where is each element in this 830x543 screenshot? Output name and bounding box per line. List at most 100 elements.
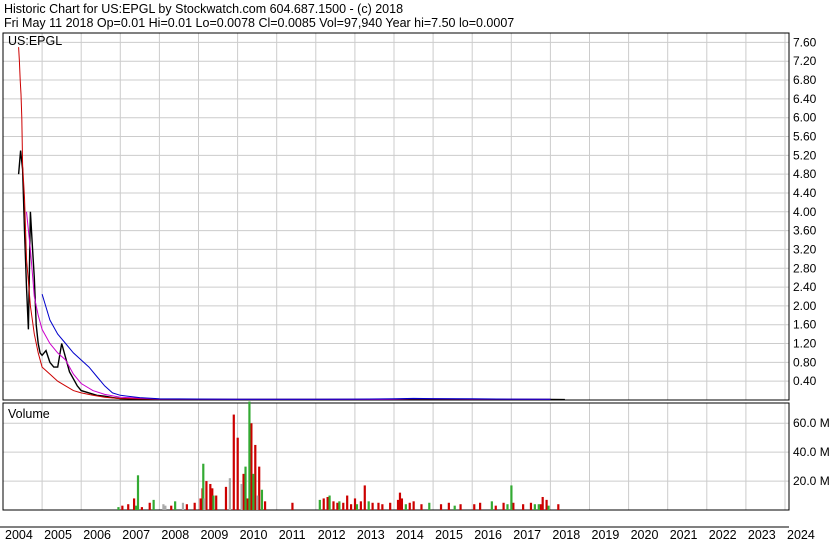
x-tick-label: 2020 — [631, 528, 659, 542]
price-tick-label: 7.20 — [793, 54, 817, 68]
volume-bar — [336, 502, 339, 510]
price-tick-label: 5.60 — [793, 130, 817, 144]
volume-bar — [291, 502, 294, 510]
volume-bar — [428, 502, 431, 510]
x-tick-label: 2006 — [83, 528, 111, 542]
volume-bar — [363, 485, 366, 510]
x-tick-label: 2010 — [240, 528, 268, 542]
x-tick-label: 2004 — [5, 528, 33, 542]
volume-bar — [412, 501, 415, 510]
volume-bar — [537, 504, 540, 510]
volume-bar — [541, 496, 544, 510]
volume-bar — [381, 504, 384, 510]
price-tick-label: 3.60 — [793, 224, 817, 238]
volume-bar — [263, 501, 267, 510]
volume-bar — [117, 507, 120, 510]
volume-bar — [322, 498, 325, 510]
price-tick-label: 3.20 — [793, 242, 817, 256]
volume-panel-frame — [2, 402, 790, 511]
volume-panel-title: Volume — [8, 407, 50, 421]
volume-bar — [328, 495, 331, 510]
volume-bar — [349, 504, 353, 510]
x-tick-label: 2021 — [670, 528, 698, 542]
volume-bar — [212, 495, 215, 510]
volume-bar — [338, 501, 341, 510]
volume-bar — [355, 504, 359, 510]
volume-bar — [209, 483, 212, 510]
volume-bar — [134, 505, 138, 510]
volume-bar — [148, 502, 151, 510]
volume-bar — [127, 504, 130, 510]
volume-bar — [447, 502, 450, 510]
volume-bar — [205, 481, 208, 510]
volume-bar — [529, 502, 533, 510]
volume-bar — [140, 507, 144, 510]
x-tick-label: 2007 — [122, 528, 150, 542]
volume-bar — [136, 475, 140, 510]
x-tick-label: 2016 — [474, 528, 502, 542]
x-tick-label: 2019 — [592, 528, 620, 542]
volume-bar — [398, 492, 402, 510]
volume-bar — [539, 504, 542, 510]
price-tick-label: 1.60 — [793, 318, 817, 332]
price-panel-title: US:EPGL — [8, 34, 62, 48]
volume-tick-label: 40.0 M — [793, 445, 830, 459]
price-series-line — [18, 47, 160, 400]
volume-bar — [181, 502, 185, 510]
volume-bar — [170, 505, 173, 510]
volume-bar — [326, 496, 329, 510]
volume-bar — [353, 498, 357, 510]
volume-bar — [318, 499, 321, 510]
volume-bar — [252, 473, 255, 510]
volume-bar — [490, 501, 493, 510]
volume-bar — [193, 502, 196, 510]
volume-bar — [232, 414, 235, 510]
price-tick-label: 7.60 — [793, 35, 817, 49]
x-tick-label: 2018 — [552, 528, 580, 542]
volume-bar — [224, 486, 228, 510]
volume-bar — [420, 504, 423, 510]
volume-bar — [359, 501, 362, 510]
x-tick-label: 2008 — [161, 528, 189, 542]
volume-bar — [404, 504, 407, 510]
volume-bar — [377, 502, 380, 510]
volume-bar — [473, 504, 476, 510]
volume-bar — [453, 505, 456, 510]
x-tick-label: 2012 — [318, 528, 346, 542]
volume-bar — [459, 504, 462, 510]
volume-bar — [132, 498, 136, 510]
volume-bar — [332, 501, 335, 510]
volume-bar — [510, 485, 513, 510]
price-tick-label: 5.20 — [793, 148, 817, 162]
x-tick-label: 2024 — [787, 528, 815, 542]
volume-bar — [254, 444, 257, 510]
volume-bar — [522, 504, 525, 510]
price-tick-label: 2.80 — [793, 261, 817, 275]
x-tick-label: 2015 — [435, 528, 463, 542]
volume-bar — [557, 504, 560, 510]
volume-bar — [346, 495, 349, 510]
volume-bar — [260, 489, 264, 510]
volume-tick-label: 60.0 M — [793, 416, 830, 430]
price-tick-label: 4.80 — [793, 167, 817, 181]
price-tick-label: 6.40 — [793, 92, 817, 106]
volume-bar — [494, 505, 497, 510]
volume-bar — [545, 499, 548, 510]
price-tick-label: 1.20 — [793, 337, 817, 351]
volume-bar — [174, 501, 177, 510]
volume-bar — [258, 466, 261, 510]
volume-bar — [250, 423, 253, 510]
volume-bar — [396, 499, 400, 510]
volume-bar — [152, 499, 155, 510]
volume-bar — [502, 502, 505, 510]
volume-bar — [246, 498, 249, 510]
price-tick-label: 4.40 — [793, 186, 817, 200]
volume-bar — [203, 498, 206, 510]
volume-bar — [185, 504, 188, 510]
volume-bar — [121, 505, 124, 510]
price-tick-label: 0.40 — [793, 374, 817, 388]
volume-bar — [367, 501, 370, 510]
volume-bar — [400, 498, 404, 510]
volume-bar — [242, 473, 245, 510]
volume-bar — [256, 495, 259, 510]
